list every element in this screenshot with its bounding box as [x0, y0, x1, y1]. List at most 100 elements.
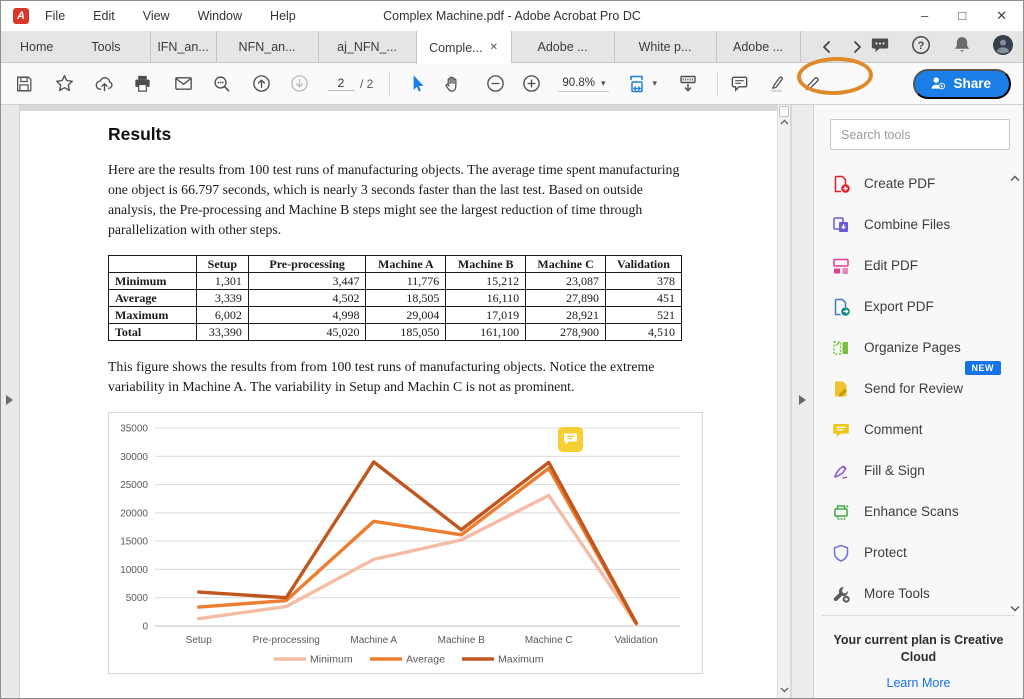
next-page-icon[interactable] [286, 71, 312, 97]
sticky-note-annotation-icon[interactable] [557, 426, 584, 453]
doc-tab-label: Comple... [429, 41, 483, 55]
doc-tab-5[interactable]: Adobe ... [511, 31, 614, 62]
expand-nav-pane-icon[interactable] [6, 395, 13, 405]
tool-label: Send for Review [864, 381, 963, 396]
panel-scroll-up-icon[interactable] [1010, 169, 1020, 187]
menu-window[interactable]: Window [198, 9, 242, 23]
quick-toolbar: / 2 90.8% ▾ ▾ [1, 63, 1023, 105]
menu-help[interactable]: Help [270, 9, 296, 23]
svg-text:Average: Average [406, 654, 445, 666]
table-cell: 4,510 [606, 324, 682, 341]
doc-paragraph-1: Here are the results from 100 test runs … [108, 160, 688, 240]
minimize-button[interactable]: – [921, 1, 928, 31]
svg-text:Setup: Setup [186, 635, 213, 646]
doc-tab-4[interactable]: Comple... ✕ [416, 31, 511, 64]
table-cell: 185,050 [366, 324, 446, 341]
tab-home[interactable]: Home [1, 31, 72, 62]
close-button[interactable]: ✕ [996, 1, 1007, 31]
tool-item-more-tools[interactable]: More Tools [814, 573, 1023, 614]
hand-tool-icon[interactable] [439, 71, 465, 97]
doc-tab-6[interactable]: White p... [614, 31, 716, 62]
user-avatar[interactable] [992, 34, 1014, 59]
tab-tools[interactable]: Tools [72, 31, 139, 62]
zoom-level-value: 90.8% [562, 77, 595, 89]
zoom-level-dropdown[interactable]: 90.8% ▾ [558, 75, 609, 92]
previous-tab-icon[interactable] [815, 35, 839, 59]
table-cell: 15,212 [446, 273, 526, 290]
save-icon[interactable] [11, 71, 37, 97]
menu-view[interactable]: View [143, 9, 170, 23]
help-icon[interactable]: ? [910, 34, 932, 59]
maximize-button[interactable]: □ [958, 1, 966, 31]
table-row-label: Minimum [109, 273, 197, 290]
sign-tool-icon[interactable] [800, 71, 826, 97]
expand-tools-pane-icon[interactable] [799, 395, 806, 405]
table-header-cell: Validation [606, 256, 682, 273]
tools-list: Create PDFCombine FilesEdit PDFExport PD… [814, 163, 1023, 614]
tool-item-create-pdf[interactable]: Create PDF [814, 163, 1023, 204]
tab-close-icon[interactable]: ✕ [490, 42, 498, 53]
table-cell: 161,100 [446, 324, 526, 341]
table-cell: 28,921 [526, 307, 606, 324]
combine-files-icon [831, 215, 851, 235]
doc-paragraph-2: This figure shows the results from from … [108, 357, 688, 397]
zoom-out-icon[interactable] [482, 71, 508, 97]
table-row: Average3,3394,50218,50516,11027,890451 [109, 290, 682, 307]
table-header-cell: Machine C [526, 256, 606, 273]
table-cell: 4,502 [248, 290, 366, 307]
comment-tool-icon[interactable] [726, 71, 752, 97]
tab-bar: Home Tools IFN_an...NFN_an...aj_NFN_...C… [1, 31, 1023, 63]
page-number-input[interactable] [328, 76, 354, 91]
svg-text:Pre-processing: Pre-processing [253, 635, 320, 646]
table-cell: 278,900 [526, 324, 606, 341]
doc-tab-1[interactable]: IFN_an... [150, 31, 216, 62]
svg-text:0: 0 [142, 622, 148, 633]
email-icon[interactable] [170, 71, 196, 97]
tool-item-fill-sign[interactable]: Fill & Sign [814, 450, 1023, 491]
scroll-down-icon[interactable] [778, 687, 790, 693]
page-count-label: / 2 [360, 77, 373, 91]
menu-file[interactable]: File [45, 9, 65, 23]
menu-edit[interactable]: Edit [93, 9, 115, 23]
search-tools-input[interactable] [830, 119, 1010, 150]
scrollbar-thumb[interactable] [779, 106, 789, 117]
tool-item-combine-files[interactable]: Combine Files [814, 204, 1023, 245]
doc-tab-2[interactable]: NFN_an... [216, 31, 318, 62]
doc-tab-3[interactable]: aj_NFN_... [318, 31, 416, 62]
previous-page-icon[interactable] [248, 71, 274, 97]
learn-more-link[interactable]: Learn More [887, 676, 951, 690]
next-tab-icon[interactable] [845, 35, 869, 59]
highlight-tool-icon[interactable] [763, 71, 789, 97]
table-cell: 521 [606, 307, 682, 324]
tool-item-protect[interactable]: Protect [814, 532, 1023, 573]
zoom-in-icon[interactable] [518, 71, 544, 97]
tool-item-send-for-review[interactable]: Send for ReviewNEW [814, 368, 1023, 409]
page-scrolling-icon[interactable] [675, 71, 701, 97]
notifications-bell-icon[interactable] [951, 34, 973, 59]
search-icon[interactable] [208, 71, 234, 97]
send-for-review-icon [831, 379, 851, 399]
table-cell: 27,890 [526, 290, 606, 307]
scroll-up-icon[interactable] [778, 119, 790, 125]
tool-item-edit-pdf[interactable]: Edit PDF [814, 245, 1023, 286]
fit-width-icon[interactable] [624, 71, 650, 97]
table-header-cell: Machine B [446, 256, 526, 273]
table-header-cell: Setup [196, 256, 248, 273]
tool-label: Organize Pages [864, 340, 961, 355]
svg-text:Validation: Validation [615, 635, 658, 646]
feedback-icon[interactable] [869, 34, 891, 59]
protect-icon [831, 543, 851, 563]
tool-item-export-pdf[interactable]: Export PDF [814, 286, 1023, 327]
star-favorites-icon[interactable] [51, 71, 77, 97]
tool-label: Fill & Sign [864, 463, 925, 478]
print-icon[interactable] [129, 71, 155, 97]
cloud-upload-icon[interactable] [91, 71, 117, 97]
doc-tab-7[interactable]: Adobe ... [716, 31, 801, 62]
document-scrollbar[interactable] [777, 105, 790, 699]
tool-item-comment[interactable]: Comment [814, 409, 1023, 450]
share-button[interactable]: Share [913, 69, 1011, 99]
tool-item-enhance-scans[interactable]: Enhance Scans [814, 491, 1023, 532]
select-tool-icon[interactable] [403, 71, 429, 97]
table-cell: 11,776 [366, 273, 446, 290]
results-line-chart: 05000100001500020000250003000035000Setup… [109, 413, 702, 673]
